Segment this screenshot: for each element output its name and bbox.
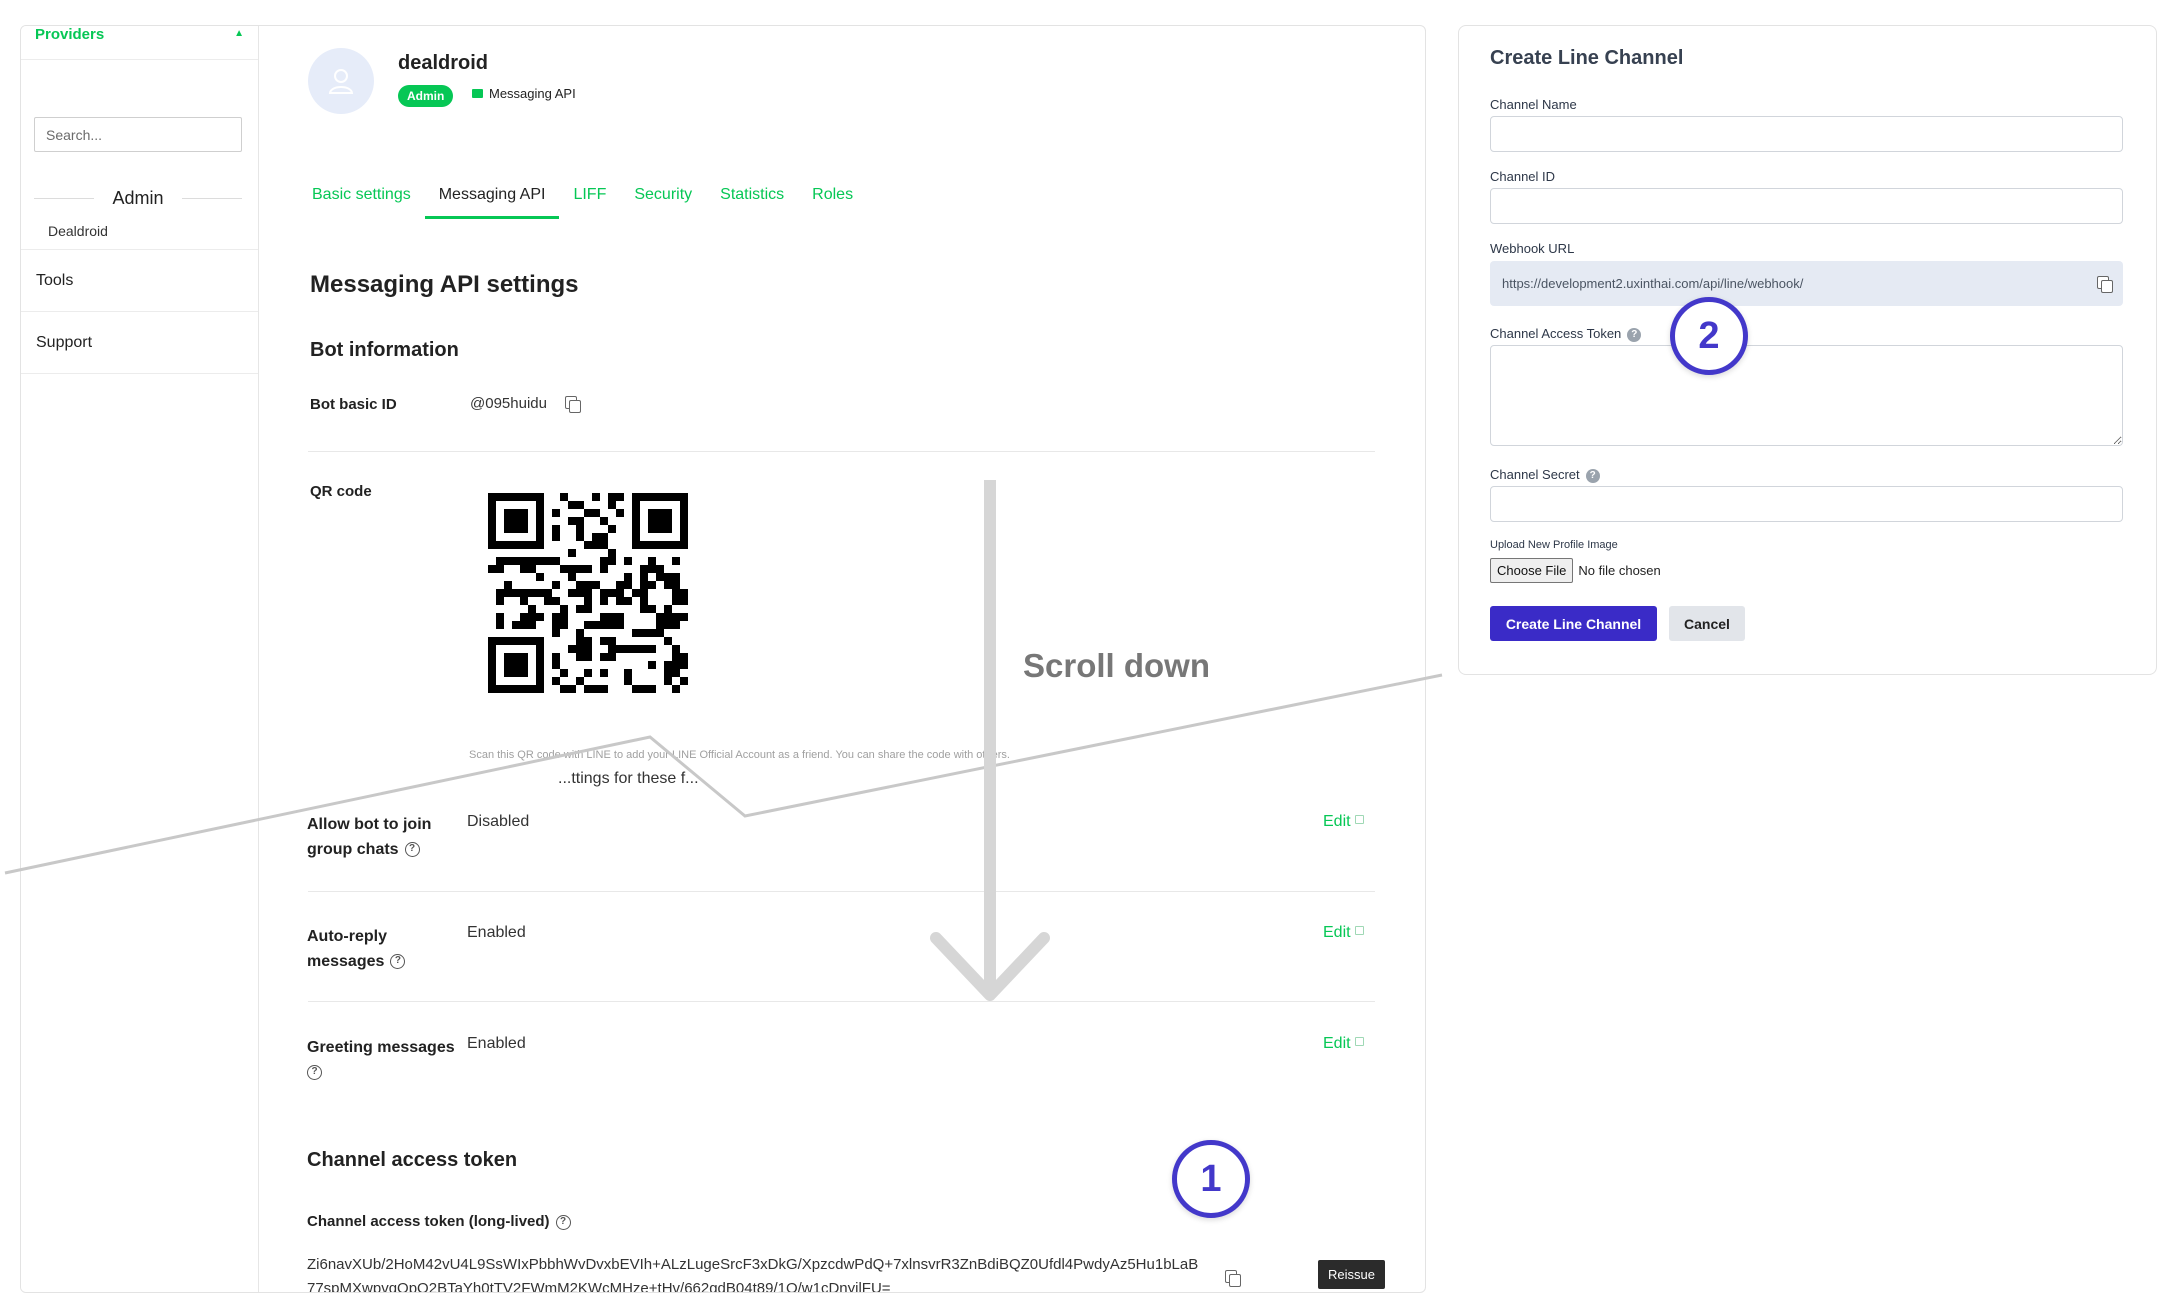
qr-code-image [488,493,688,693]
account-name: dealdroid [398,52,489,74]
file-picker: Choose File No file chosen [1490,558,1661,583]
external-link-icon [1354,926,1364,935]
help-icon[interactable]: ? [1585,468,1600,483]
main-content: dealdroid Admin Messaging API Basic sett… [260,26,1425,1292]
sidebar-item-dealdroid[interactable]: Dealdroid [48,223,108,239]
partially-hidden-text: ...ttings for these f... [558,770,699,787]
avatar [308,48,374,114]
bot-basic-id-label: Bot basic ID [310,396,397,413]
step-marker-2: 2 [1670,297,1748,375]
setting-label-group-chats: Allow bot to join group chats? [307,816,432,858]
external-link-icon [1354,815,1364,824]
edit-link-auto-reply[interactable]: Edit [1323,924,1364,942]
chat-icon [472,89,483,98]
channel-name-label: Channel Name [1490,97,1577,112]
setting-label-auto-reply: Auto-reply messages? [307,924,417,974]
tab-basic-settings[interactable]: Basic settings [298,186,425,219]
access-token-heading: Channel access token [307,1149,518,1171]
upload-image-label: Upload New Profile Image [1490,539,1618,551]
help-icon[interactable]: ? [404,842,420,858]
type-badge-label: Messaging API [489,86,576,101]
tab-roles[interactable]: Roles [798,186,867,219]
copy-webhook-icon[interactable] [2097,276,2113,293]
access-token-value[interactable]: Zi6navXUb/2HoM42vU4L9SsWIxPbbhWvDvxbEVIh… [307,1253,1202,1292]
page-title: Messaging API settings [310,271,579,298]
channel-id-label: Channel ID [1490,169,1556,184]
tab-statistics[interactable]: Statistics [706,186,798,219]
external-link-icon [1354,1037,1364,1046]
channel-secret-input[interactable] [1490,486,2123,522]
sidebar-item-support[interactable]: Support [21,312,258,374]
bot-basic-id-row: @095huidu [470,395,581,413]
access-token-textarea[interactable] [1490,345,2123,446]
tab-bar: Basic settings Messaging API LIFF Securi… [298,186,867,219]
create-channel-button[interactable]: Create Line Channel [1490,606,1657,641]
admin-heading: Admin [112,188,164,208]
setting-value-group-chats: Disabled [467,813,530,830]
edit-link-group-chats[interactable]: Edit [1323,813,1364,831]
qr-caption: Scan this QR code with LINE to add your … [469,749,1010,761]
sidebar-item-tools[interactable]: Tools [21,250,258,312]
admin-divider: Admin [34,188,242,209]
webhook-url-field[interactable]: https://development2.uxinthai.com/api/li… [1490,261,2123,306]
tab-messaging-api[interactable]: Messaging API [424,186,560,219]
setting-value-greeting: Enabled [467,1035,526,1052]
help-icon[interactable]: ? [307,1065,322,1081]
collapse-arrow-icon[interactable]: ▲ [234,28,244,39]
setting-label-greeting: Greeting messages? [307,1035,457,1085]
qr-code-label: QR code [310,483,372,500]
channel-id-input[interactable] [1490,188,2123,224]
user-icon [328,69,354,94]
bot-info-heading: Bot information [310,339,459,361]
channel-name-input[interactable] [1490,116,2123,152]
line-console-window: Providers ▲ Admin Dealdroid Tools Suppor… [20,25,1426,1293]
provider-search-input[interactable] [34,117,242,152]
setting-value-auto-reply: Enabled [467,924,526,941]
copy-icon[interactable] [564,396,581,413]
help-icon[interactable]: ? [1627,327,1642,342]
access-token-field-label: Channel Access Token? [1490,326,1642,342]
webhook-url-value: https://development2.uxinthai.com/api/li… [1502,276,1804,291]
reissue-button[interactable]: Reissue [1318,1260,1385,1289]
access-token-label: Channel access token (long-lived)? [307,1209,571,1234]
cancel-button[interactable]: Cancel [1669,606,1745,641]
choose-file-button[interactable]: Choose File [1490,558,1574,583]
help-icon[interactable]: ? [390,954,406,970]
no-file-text: No file chosen [1578,563,1661,578]
tab-liff[interactable]: LIFF [559,186,620,219]
webhook-url-label: Webhook URL [1490,241,1575,256]
admin-block: Admin Dealdroid [21,60,258,250]
tab-security[interactable]: Security [620,186,706,219]
providers-header[interactable]: Providers ▲ [21,26,258,60]
copy-token-icon[interactable] [1225,1270,1241,1287]
edit-link-greeting[interactable]: Edit [1323,1035,1364,1053]
create-channel-form: Create Line Channel Channel Name Channel… [1458,25,2157,675]
providers-label: Providers [35,26,105,43]
type-badge: Messaging API [472,86,576,101]
help-icon[interactable]: ? [555,1214,571,1230]
role-badge: Admin [398,85,454,107]
bot-basic-id-value: @095huidu [470,395,547,412]
step-marker-1: 1 [1172,1140,1250,1218]
channel-secret-label: Channel Secret? [1490,467,1600,483]
form-title: Create Line Channel [1490,47,1684,69]
sidebar: Providers ▲ Admin Dealdroid Tools Suppor… [21,26,259,1292]
scroll-down-hint: Scroll down [1023,647,1211,684]
